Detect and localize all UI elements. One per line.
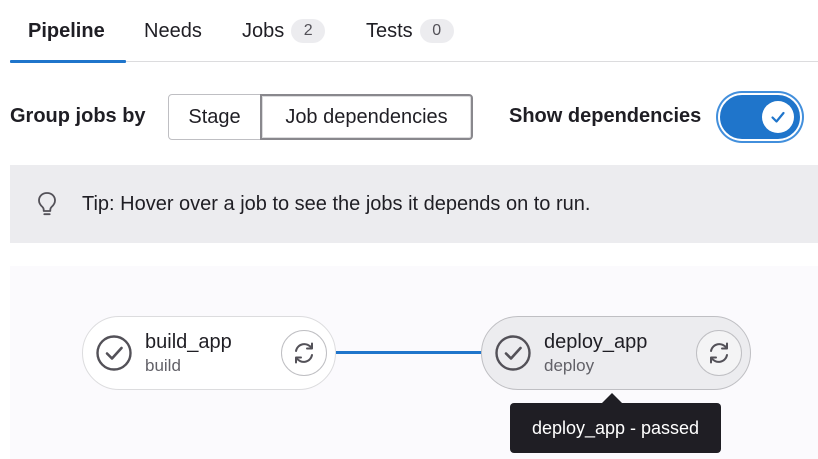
job-stage: build (145, 356, 181, 375)
pipeline-tabs: Pipeline Needs Jobs 2 Tests 0 (10, 0, 818, 63)
retry-button[interactable] (696, 330, 742, 376)
show-dependencies-toggle[interactable] (720, 95, 800, 139)
tip-text: Tip: Hover over a job to see the jobs it… (82, 192, 591, 215)
tab-pipeline[interactable]: Pipeline (10, 0, 126, 63)
group-jobs-by-label: Group jobs by (10, 105, 146, 127)
group-by-job-dependencies-button[interactable]: Job dependencies (260, 94, 473, 140)
lightbulb-icon (34, 191, 60, 217)
job-stage: deploy (544, 356, 595, 375)
tooltip-arrow (602, 393, 622, 403)
retry-button[interactable] (281, 330, 327, 376)
tab-needs[interactable]: Needs (144, 0, 202, 62)
toggle-knob (762, 101, 794, 133)
job-name: deploy_app (544, 331, 648, 353)
tab-jobs-label: Jobs (242, 19, 285, 42)
dependency-link (336, 351, 484, 354)
tab-pipeline-label: Pipeline (28, 19, 105, 42)
check-icon (771, 111, 785, 123)
retry-icon (295, 342, 313, 364)
group-by-stage-button[interactable]: Stage (168, 94, 261, 140)
check-circle-icon (96, 335, 132, 371)
job-status-tooltip: deploy_app - passed (510, 403, 721, 453)
job-name: build_app (145, 331, 232, 353)
job-deploy-app[interactable]: deploy_app deploy (481, 316, 751, 390)
check-circle-icon (495, 335, 531, 371)
tab-tests-label: Tests (366, 19, 413, 42)
tip-banner: Tip: Hover over a job to see the jobs it… (10, 165, 818, 243)
jobs-count-badge: 2 (291, 19, 326, 43)
tab-needs-label: Needs (144, 19, 202, 42)
tests-count-badge: 0 (419, 19, 454, 43)
tab-tests[interactable]: Tests 0 (366, 0, 454, 62)
tab-jobs[interactable]: Jobs 2 (242, 0, 326, 62)
retry-icon (710, 342, 728, 364)
job-build-app[interactable]: build_app build (82, 316, 336, 390)
show-dependencies-label: Show dependencies (509, 105, 702, 127)
